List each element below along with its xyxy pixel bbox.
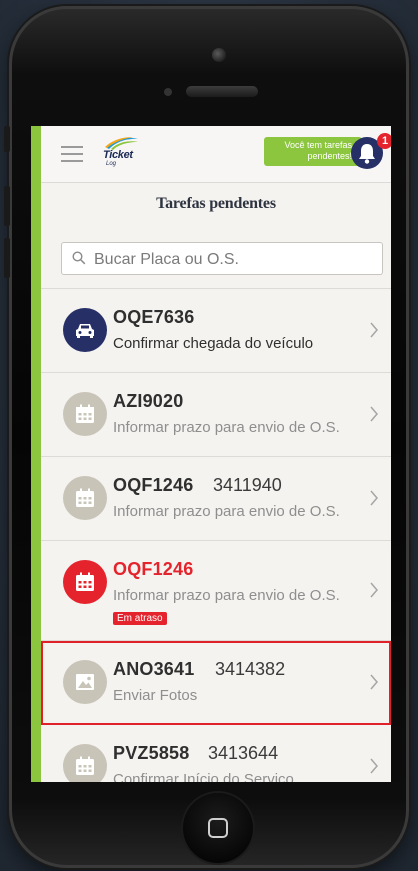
task-plate: OQE7636: [113, 307, 195, 327]
volume-down-button: [4, 238, 10, 278]
calendar-icon: [63, 392, 107, 436]
task-os-number: 3414382: [215, 659, 286, 679]
calendar-icon: [63, 744, 107, 782]
search-input[interactable]: [92, 243, 376, 276]
pending-notice-line1: Você tem tarefas: [284, 140, 352, 150]
task-row[interactable]: OQF1246 Informar prazo para envio de O.S…: [41, 541, 391, 641]
proximity-sensor: [164, 88, 172, 96]
task-description: Informar prazo para envio de O.S.: [113, 587, 340, 604]
task-plate: OQF1246: [113, 475, 194, 495]
task-plate: PVZ5858: [113, 743, 190, 763]
task-description: Confirmar Início do Serviço: [113, 771, 294, 782]
car-icon: [63, 308, 107, 352]
front-camera: [212, 48, 226, 62]
mute-switch: [4, 126, 10, 152]
task-row[interactable]: AZI9020 Informar prazo para envio de O.S…: [41, 373, 391, 457]
task-description: Enviar Fotos: [113, 687, 198, 704]
home-button[interactable]: [183, 793, 253, 863]
task-description: Informar prazo para envio de O.S.: [113, 419, 340, 436]
chevron-right-icon: [370, 406, 378, 422]
task-list: OQE7636 Confirmar chegada do veículo AZI…: [41, 289, 391, 782]
search-icon: [72, 251, 86, 265]
earpiece-speaker: [186, 86, 258, 97]
task-os-number: 3413644: [208, 743, 279, 763]
task-plate: AZI9020: [113, 391, 184, 411]
chevron-right-icon: [370, 490, 378, 506]
ticket-log-logo: Ticket Log: [101, 136, 141, 172]
late-status-badge: Em atraso: [113, 612, 167, 625]
task-row[interactable]: OQE7636 Confirmar chegada do veículo: [41, 289, 391, 373]
photo-icon: [63, 660, 107, 704]
task-description: Informar prazo para envio de O.S.: [113, 503, 340, 520]
logo-subtext: Log: [106, 161, 117, 167]
calendar-icon: [63, 560, 107, 604]
pending-notice-line2: pendentes!: [307, 151, 352, 161]
page-title: Tarefas pendentes: [156, 195, 276, 212]
task-plate: OQF1246: [113, 559, 194, 579]
task-row[interactable]: OQF1246 3411940 Informar prazo para envi…: [41, 457, 391, 541]
task-row[interactable]: PVZ5858 3413644 Confirmar Início do Serv…: [41, 725, 391, 782]
logo-swoosh-icon: [105, 137, 138, 150]
task-row[interactable]: ANO3641 3414382 Enviar Fotos: [41, 641, 391, 725]
home-square-icon: [208, 818, 228, 838]
chevron-right-icon: [370, 322, 378, 338]
notification-count-badge: 1: [377, 133, 391, 149]
task-description: Confirmar chegada do veículo: [113, 335, 314, 352]
chevron-right-icon: [370, 758, 378, 774]
top-bar: Ticket Log Você tem tarefas pendentes! 1: [41, 126, 391, 183]
task-os-number: 3411940: [213, 475, 282, 495]
calendar-icon: [63, 476, 107, 520]
menu-icon[interactable]: [61, 141, 83, 163]
logo-text: Ticket: [103, 149, 133, 161]
accent-bar: [31, 126, 41, 782]
volume-up-button: [4, 186, 10, 226]
task-plate: ANO3641: [113, 659, 195, 679]
search-section: [41, 226, 391, 289]
chevron-right-icon: [370, 582, 378, 598]
app-screen: Ticket Log Você tem tarefas pendentes! 1…: [31, 126, 391, 782]
pending-tasks-notice[interactable]: Você tem tarefas pendentes!: [264, 137, 362, 166]
chevron-right-icon: [370, 674, 378, 690]
search-box: [61, 242, 383, 276]
